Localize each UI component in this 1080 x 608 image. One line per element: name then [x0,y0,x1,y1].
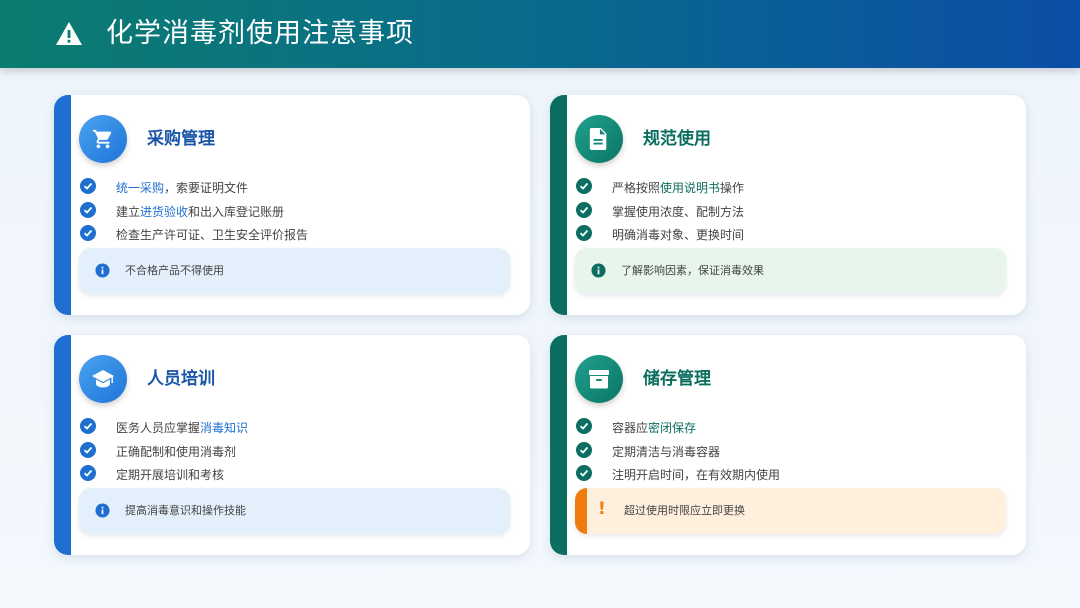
item-highlight: 进货验收 [140,204,189,219]
graduation-cap-icon [79,355,127,403]
item-text: 注明开启时间，在有效期内使用 [612,466,780,484]
item-text-before: 注明开启时间，在有效期内使用 [612,468,781,482]
note-text: 不合格产品不得使用 [125,264,224,277]
item-text-before: 检查生产许可证、卫生安全评价报告 [116,228,309,242]
item-text-before: 正确配制和使用消毒剂 [116,444,237,459]
item-highlight: 统一采购 [116,181,165,195]
check-icon [80,418,96,434]
card-accent-bar [54,335,71,555]
card-training: 人员培训 医务人员应掌握消毒知识 正确配制和使用消毒剂 定期开展培训和考核 提高… [54,335,530,555]
note-text: 超过使用时限应立即更换 [624,504,745,517]
info-icon [95,263,110,278]
item-text-after: 操作 [720,181,745,195]
card-title: 规范使用 [643,129,711,149]
item-text-after: ，索要证明文件 [164,181,249,195]
item-text: 定期清洁与消毒容器 [612,443,720,461]
info-note: 不合格产品不得使用 [79,248,510,294]
check-icon [576,201,592,218]
item-text: 掌握使用浓度、配制方法 [612,203,744,221]
info-icon [591,263,606,278]
item-text-before: 严格按照 [612,181,661,195]
check-icon [576,225,592,241]
check-icon [80,201,96,218]
exclamation-icon: ! [598,499,606,519]
card-procurement: 采购管理 统一采购，索要证明文件 建立进货验收和出入库登记账册 检查生产许可证、… [54,95,530,315]
item-text: 检查生产许可证、卫生安全评价报告 [116,226,308,244]
item-text-before: 掌握使用浓度、配制方法 [612,204,745,219]
info-note: 提高消毒意识和操作技能 [79,488,510,534]
check-icon [576,441,592,458]
item-text-before: 容器应 [612,421,649,435]
note-text: 提高消毒意识和操作技能 [125,504,246,517]
check-icon [576,418,592,434]
item-highlight: 消毒知识 [200,421,249,435]
card-title: 储存管理 [643,369,711,389]
item-text: 建立进货验收和出入库登记账册 [116,203,284,221]
card-storage: 储存管理 容器应密闭保存 定期清洁与消毒容器 注明开启时间，在有效期内使用 ! … [550,335,1026,555]
card-title: 人员培训 [147,369,215,389]
info-icon [95,503,110,518]
check-icon [80,178,96,194]
cart-icon [79,115,127,163]
check-icon [576,178,592,194]
document-icon [575,115,623,163]
item-text-before: 建立 [116,204,141,219]
item-text: 正确配制和使用消毒剂 [116,443,236,461]
check-icon [80,441,96,458]
card-title: 采购管理 [147,129,215,149]
card-accent-bar [550,335,567,555]
card-accent-bar [550,95,567,315]
check-icon [80,465,96,481]
check-icon [80,225,96,241]
item-text: 容器应密闭保存 [612,419,696,437]
info-note: 了解影响因素，保证消毒效果 [575,248,1006,294]
header-bar: 化学消毒剂使用注意事项 [0,0,1080,68]
page-title: 化学消毒剂使用注意事项 [106,18,414,49]
warning-accent-bar [575,488,587,534]
item-text: 统一采购，索要证明文件 [116,179,248,197]
item-highlight: 使用说明书 [660,181,721,195]
item-text: 明确消毒对象、更换时间 [612,226,744,244]
item-text-before: 定期清洁与消毒容器 [612,444,721,459]
item-highlight: 密闭保存 [648,421,697,435]
check-icon [576,465,592,481]
item-text-after: 和出入库登记账册 [188,204,285,219]
item-text: 医务人员应掌握消毒知识 [116,419,248,437]
card-accent-bar [54,95,71,315]
card-usage: 规范使用 严格按照使用说明书操作 掌握使用浓度、配制方法 明确消毒对象、更换时间… [550,95,1026,315]
warning-icon [56,22,82,45]
item-text-before: 定期开展培训和考核 [116,468,225,482]
item-text: 严格按照使用说明书操作 [612,179,744,197]
archive-box-icon [575,355,623,403]
item-text: 定期开展培训和考核 [116,466,224,484]
item-text-before: 医务人员应掌握 [116,421,201,435]
item-text-before: 明确消毒对象、更换时间 [612,228,745,242]
note-text: 了解影响因素，保证消毒效果 [621,264,764,277]
warning-note: ! 超过使用时限应立即更换 [575,488,1006,534]
